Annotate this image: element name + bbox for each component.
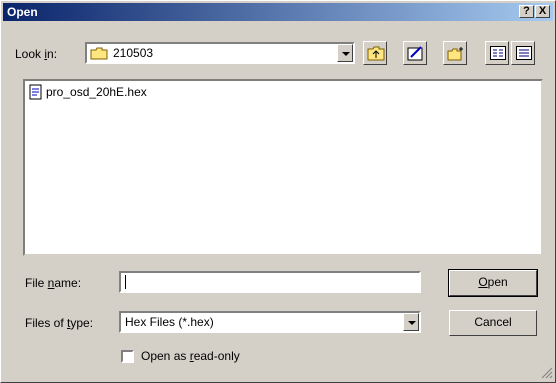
window-title: Open xyxy=(7,5,38,19)
open-dialog: Open ? X Look in: 210503 pro_osd_20hE.he… xyxy=(0,0,556,383)
favorites-button[interactable] xyxy=(403,41,427,65)
files-of-type-value: Hex Files (*.hex) xyxy=(125,315,214,329)
file-name-input[interactable] xyxy=(119,271,421,293)
close-button[interactable]: X xyxy=(535,5,550,18)
look-in-combobox[interactable]: 210503 xyxy=(85,42,355,64)
file-name: pro_osd_20hE.hex xyxy=(46,85,147,99)
details-view-button[interactable] xyxy=(511,41,535,65)
new-folder-icon xyxy=(447,46,465,64)
list-view-icon xyxy=(490,46,506,63)
details-view-icon xyxy=(516,46,532,63)
resize-grip[interactable] xyxy=(541,367,553,382)
list-view-button[interactable] xyxy=(485,41,509,65)
files-of-type-combobox[interactable]: Hex Files (*.hex) xyxy=(119,311,421,333)
up-folder-icon xyxy=(367,46,385,64)
file-list[interactable]: pro_osd_20hE.hex xyxy=(23,79,543,256)
favorites-icon xyxy=(407,45,425,65)
up-one-level-button[interactable] xyxy=(363,41,387,65)
open-button[interactable]: Open xyxy=(448,269,538,297)
file-icon xyxy=(28,84,44,103)
help-button[interactable]: ? xyxy=(519,5,534,18)
read-only-label: Open as read-only xyxy=(141,349,240,363)
title-bar[interactable]: Open ? X xyxy=(3,3,553,21)
text-cursor xyxy=(125,275,126,289)
look-in-value: 210503 xyxy=(113,46,154,60)
files-of-type-dropdown-arrow[interactable] xyxy=(403,313,419,331)
read-only-checkbox[interactable] xyxy=(121,350,134,363)
create-new-folder-button[interactable] xyxy=(443,41,467,65)
folder-icon xyxy=(90,47,108,63)
look-in-label: Look in: xyxy=(15,47,58,61)
files-of-type-label: Files of type: xyxy=(25,316,94,330)
look-in-dropdown-arrow[interactable] xyxy=(337,44,353,62)
file-name-label: File name: xyxy=(25,276,82,290)
cancel-button[interactable]: Cancel xyxy=(449,310,537,336)
